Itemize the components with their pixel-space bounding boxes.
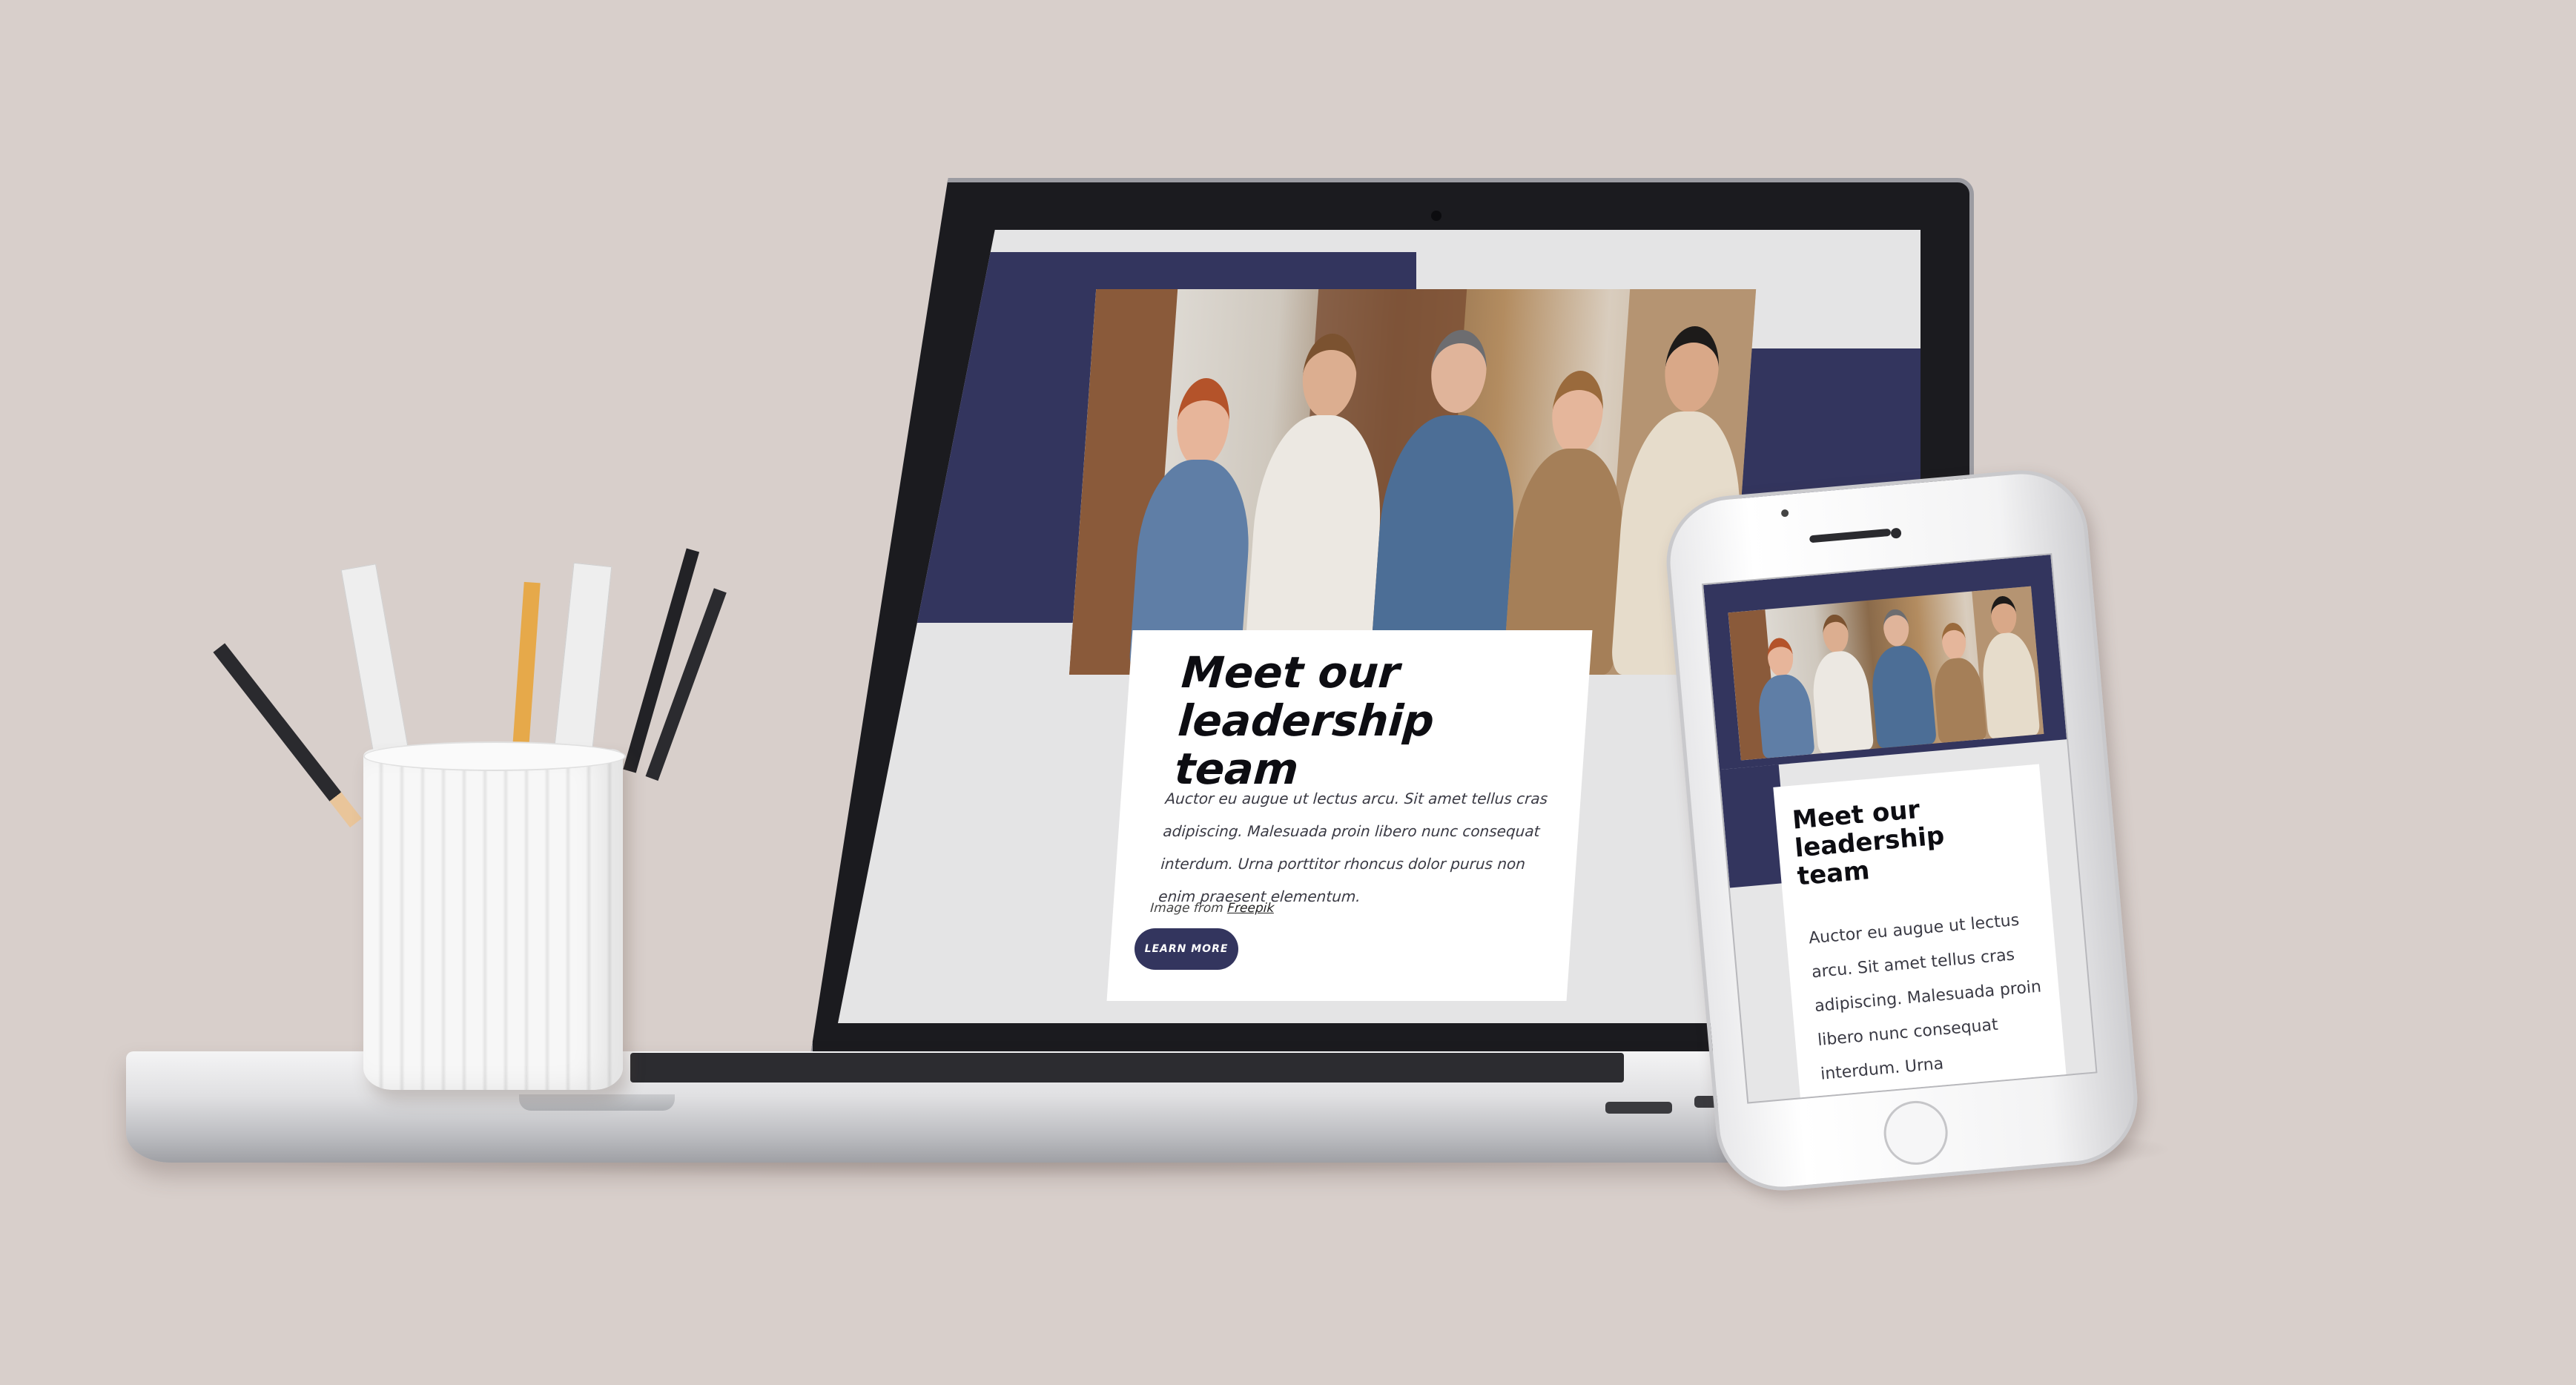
pencil-cup xyxy=(363,749,623,1090)
team-photo xyxy=(1728,586,2044,761)
camera-icon xyxy=(1780,509,1789,518)
mockup-scene: Meet our leadership team Auctor eu augue… xyxy=(0,0,2576,1385)
camera-icon xyxy=(1431,211,1441,221)
laptop-notch xyxy=(519,1094,675,1111)
pencil xyxy=(512,581,541,761)
team-member xyxy=(1243,334,1393,675)
team-member xyxy=(1369,330,1528,675)
intro-paragraph: Auctor eu augue ut lectus arcu. Sit amet… xyxy=(1808,910,2042,1084)
image-credit-prefix: Image from xyxy=(1149,901,1224,916)
intro-paragraph: Auctor eu augue ut lectus arcu. Sit amet… xyxy=(1157,790,1548,905)
keyboard-hinge xyxy=(630,1053,1624,1082)
learn-more-button[interactable]: LEARN MORE xyxy=(1135,928,1238,970)
page-title: Meet our leadership team xyxy=(1791,794,1946,892)
freepik-link[interactable]: Freepik xyxy=(1227,901,1275,916)
home-button-icon[interactable] xyxy=(1881,1098,1951,1168)
team-photo xyxy=(1069,289,1757,675)
content-card: Meet our leadership team Auctor eu augue… xyxy=(1773,764,2068,1104)
smartphone: Meet our leadership team Auctor eu augue… xyxy=(1661,464,2143,1197)
usb-port xyxy=(1605,1102,1672,1114)
ruler xyxy=(552,562,612,767)
team-member xyxy=(1753,635,1815,758)
team-member xyxy=(1929,621,1987,744)
phone-screen: Meet our leadership team Auctor eu augue… xyxy=(1701,552,2098,1104)
page-title: Meet our leadership team xyxy=(1173,647,1436,794)
pencil xyxy=(213,643,362,828)
speaker-icon xyxy=(1809,528,1892,543)
team-member xyxy=(1806,612,1875,754)
image-credit: Image from Freepik xyxy=(1150,901,1275,916)
team-member xyxy=(1866,606,1937,749)
pencil-cup-rim xyxy=(363,741,626,771)
camera-icon xyxy=(1890,527,1902,539)
